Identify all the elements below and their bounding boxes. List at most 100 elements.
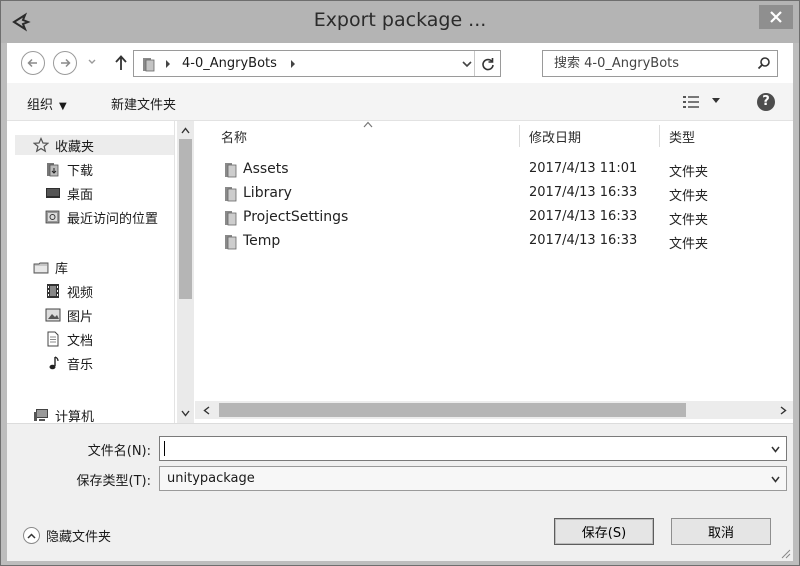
file-name: ProjectSettings [243,209,349,225]
file-row[interactable]: Library 2017/4/13 16:33 文件夹 [195,183,793,205]
nav-videos[interactable]: 视频 [45,281,93,301]
file-row[interactable]: ProjectSettings 2017/4/13 16:33 文件夹 [195,207,793,229]
caret-down-icon: ▼ [59,101,67,112]
file-date: 2017/4/13 16:33 [529,185,638,200]
column-divider[interactable] [659,125,660,147]
chevron-right-icon[interactable] [289,59,297,69]
hscroll-thumb[interactable] [219,403,686,417]
scroll-down-icon[interactable] [181,410,190,417]
filetype-label: 保存类型(T): [76,474,151,489]
filename-label: 文件名(N): [87,444,151,459]
back-arrow-icon [27,58,37,68]
star-icon [33,137,49,153]
filename-input[interactable] [160,437,760,460]
library-icon [33,262,49,274]
file-type: 文件夹 [669,165,709,180]
pictures-library-icon [45,308,61,322]
save-form: 文件名(N): 保存类型(T): unitypackage 隐藏文件夹 保存(S… [7,423,793,561]
chevron-down-icon[interactable] [462,60,472,68]
column-header-date[interactable]: 修改日期 [529,127,581,146]
close-icon [770,11,782,23]
sort-ascending-icon [363,121,373,128]
collapse-chevron-icon[interactable] [23,527,40,544]
help-button[interactable]: ? [757,93,775,111]
nav-recent-places[interactable]: 最近访问的位置 [45,207,158,227]
dialog-client: 4-0_AngryBots 组织 ▼ 新建文件夹 [7,43,793,561]
file-name: Assets [243,161,289,177]
organize-menu[interactable]: 组织 ▼ [27,94,67,113]
view-menu-chevron-icon[interactable] [711,97,721,105]
breadcrumb-folder[interactable]: 4-0_AngryBots [182,56,277,71]
command-bar: 组织 ▼ 新建文件夹 ? [7,83,793,121]
nav-computer[interactable]: 计算机 [33,405,94,423]
column-header-row: 名称 修改日期 类型 [195,121,793,151]
close-button[interactable] [759,5,793,29]
save-button[interactable]: 保存(S) [554,518,654,545]
address-row: 4-0_AngryBots [7,43,793,83]
chevron-down-icon[interactable] [771,476,780,483]
scroll-up-icon[interactable] [181,127,190,134]
hide-folders-label: 隐藏文件夹 [46,530,112,545]
filetype-select[interactable]: unitypackage [159,466,787,491]
file-name: Library [243,185,292,201]
column-header-name[interactable]: 名称 [221,127,247,146]
column-header-type[interactable]: 类型 [669,127,695,146]
title-bar[interactable]: Export package ... [1,1,799,43]
search-input[interactable] [543,51,748,76]
resize-grip-icon[interactable] [779,547,791,559]
address-bar[interactable]: 4-0_AngryBots [133,50,501,77]
view-options-icon[interactable] [683,95,699,109]
search-icon[interactable] [757,56,771,70]
file-list: 名称 修改日期 类型 Assets 2017/4/13 11:01 文件夹 Li… [195,121,793,401]
forward-button[interactable] [53,51,77,75]
nav-favorites[interactable]: 收藏夹 [15,135,174,155]
file-row[interactable]: Assets 2017/4/13 11:01 文件夹 [195,159,793,181]
chevron-down-icon[interactable] [771,446,780,453]
hide-folders-toggle[interactable]: 隐藏文件夹 [23,526,111,545]
scroll-right-icon[interactable] [780,406,787,415]
nav-desktop-label: 桌面 [67,187,94,203]
filename-combobox[interactable] [159,436,787,461]
file-type: 文件夹 [669,189,709,204]
back-button[interactable] [21,51,45,75]
file-row[interactable]: Temp 2017/4/13 16:33 文件夹 [195,231,793,253]
nav-music[interactable]: 音乐 [45,353,93,373]
file-type: 文件夹 [669,213,709,228]
nav-scroll-thumb[interactable] [179,139,192,299]
recent-locations-chevron-icon[interactable] [87,57,97,67]
recent-places-icon [45,210,60,224]
nav-documents[interactable]: 文档 [45,329,93,349]
chevron-right-icon[interactable] [164,59,172,69]
folder-icon [225,163,237,178]
music-library-icon [49,356,59,370]
folder-icon [225,235,237,250]
nav-libraries-label: 库 [55,261,69,277]
video-library-icon [47,284,59,298]
up-arrow-icon[interactable] [113,54,129,72]
nav-pictures-label: 图片 [67,309,94,325]
nav-music-label: 音乐 [67,357,94,373]
nav-desktop[interactable]: 桌面 [45,183,93,203]
filetype-value: unitypackage [167,471,255,486]
new-folder-button[interactable]: 新建文件夹 [111,94,176,113]
file-list-hscrollbar[interactable] [195,401,793,419]
nav-pictures[interactable]: 图片 [45,305,93,325]
column-divider[interactable] [519,125,520,147]
scroll-left-icon[interactable] [203,406,210,415]
folder-icon [143,58,155,72]
folder-icon [225,187,237,202]
help-icon: ? [762,94,770,109]
nav-downloads[interactable]: 下载 [45,159,93,179]
desktop-icon [46,188,60,198]
search-field[interactable] [542,50,778,77]
refresh-button[interactable] [474,51,500,76]
window-title: Export package ... [313,9,487,31]
documents-library-icon [47,331,59,347]
file-date: 2017/4/13 16:33 [529,209,638,224]
nav-pane-scrollbar[interactable] [177,121,194,423]
cancel-button[interactable]: 取消 [671,518,771,545]
downloads-folder-icon [47,163,59,177]
folder-icon [225,211,237,226]
nav-computer-label: 计算机 [55,409,95,424]
nav-libraries[interactable]: 库 [33,257,68,277]
